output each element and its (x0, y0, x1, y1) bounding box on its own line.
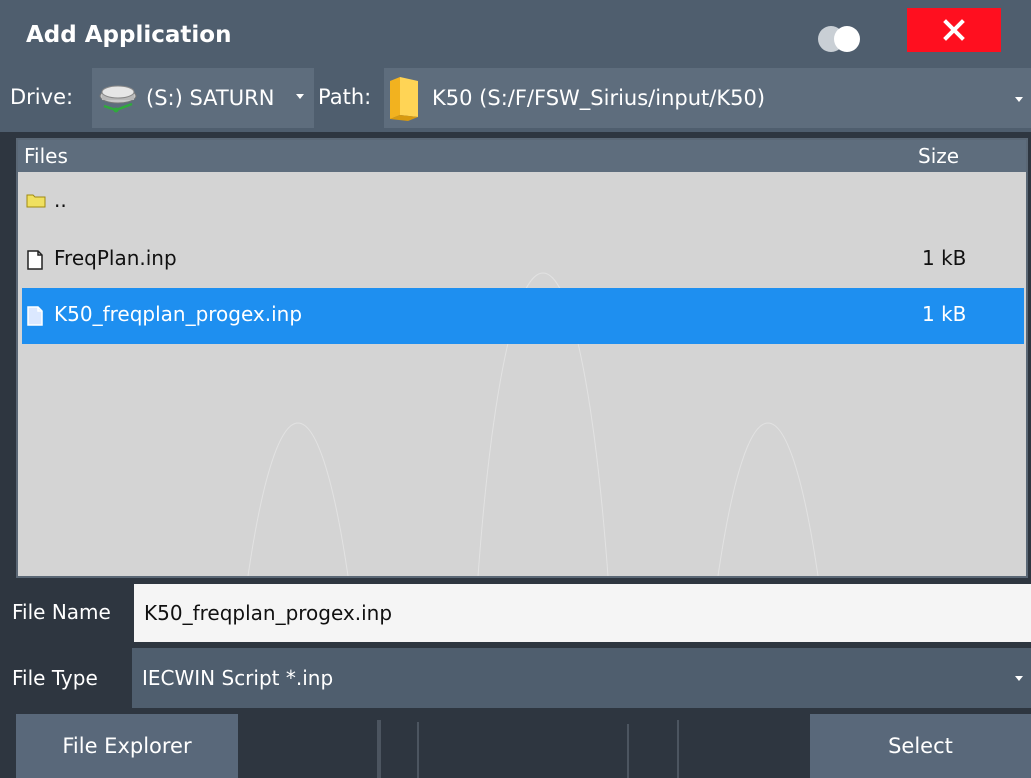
close-button[interactable] (907, 8, 1001, 52)
file-name: .. (54, 188, 67, 212)
file-size: 1 kB (922, 302, 967, 326)
folder-icon (390, 77, 418, 121)
network-drive-icon (99, 85, 137, 113)
column-header-size[interactable]: Size (918, 144, 959, 168)
drive-path-row: Drive: (S:) SATURN Path: K50 (S:/F/FSW_S… (0, 64, 1031, 132)
toggle-icon[interactable] (818, 26, 864, 52)
file-name-row: File Name (0, 580, 1031, 644)
file-type-row: File Type IECWIN Script *.inp (0, 646, 1031, 710)
file-list[interactable]: Files Size .. FreqPlan.inp 1 kB K50_freq… (16, 138, 1028, 578)
close-icon (943, 19, 965, 41)
drive-select[interactable]: (S:) SATURN (92, 68, 314, 128)
file-name: K50_freqplan_progex.inp (54, 302, 303, 326)
list-item[interactable]: FreqPlan.inp 1 kB (22, 232, 1024, 288)
background-trace-bottom (377, 720, 679, 778)
path-select[interactable]: K50 (S:/F/FSW_Sirius/input/K50) (384, 68, 1031, 128)
select-button[interactable]: Select (810, 714, 1031, 778)
file-size: 1 kB (922, 246, 967, 270)
chevron-down-icon (296, 94, 304, 99)
file-name-label: File Name (12, 600, 111, 624)
chevron-down-icon (1015, 97, 1023, 102)
list-header: Files Size (18, 140, 1026, 172)
drive-label: Drive: (10, 85, 74, 109)
path-value: K50 (S:/F/FSW_Sirius/input/K50) (432, 86, 766, 110)
path-label: Path: (318, 85, 372, 109)
file-type-select[interactable]: IECWIN Script *.inp (132, 648, 1031, 708)
drive-value: (S:) SATURN (146, 86, 275, 110)
list-item-selected[interactable]: K50_freqplan_progex.inp 1 kB (22, 288, 1024, 344)
column-header-files[interactable]: Files (24, 144, 68, 168)
file-type-label: File Type (12, 666, 98, 690)
dialog-title: Add Application (26, 22, 232, 48)
file-name-input[interactable] (134, 584, 1031, 642)
folder-icon (26, 194, 46, 208)
list-item[interactable]: .. (22, 174, 1024, 230)
file-type-value: IECWIN Script *.inp (142, 666, 334, 690)
file-icon (27, 306, 43, 326)
title-bar: Add Application (0, 0, 1031, 64)
file-explorer-button[interactable]: File Explorer (16, 714, 238, 778)
file-name: FreqPlan.inp (54, 246, 177, 270)
chevron-down-icon (1015, 676, 1023, 681)
file-icon (27, 250, 43, 270)
